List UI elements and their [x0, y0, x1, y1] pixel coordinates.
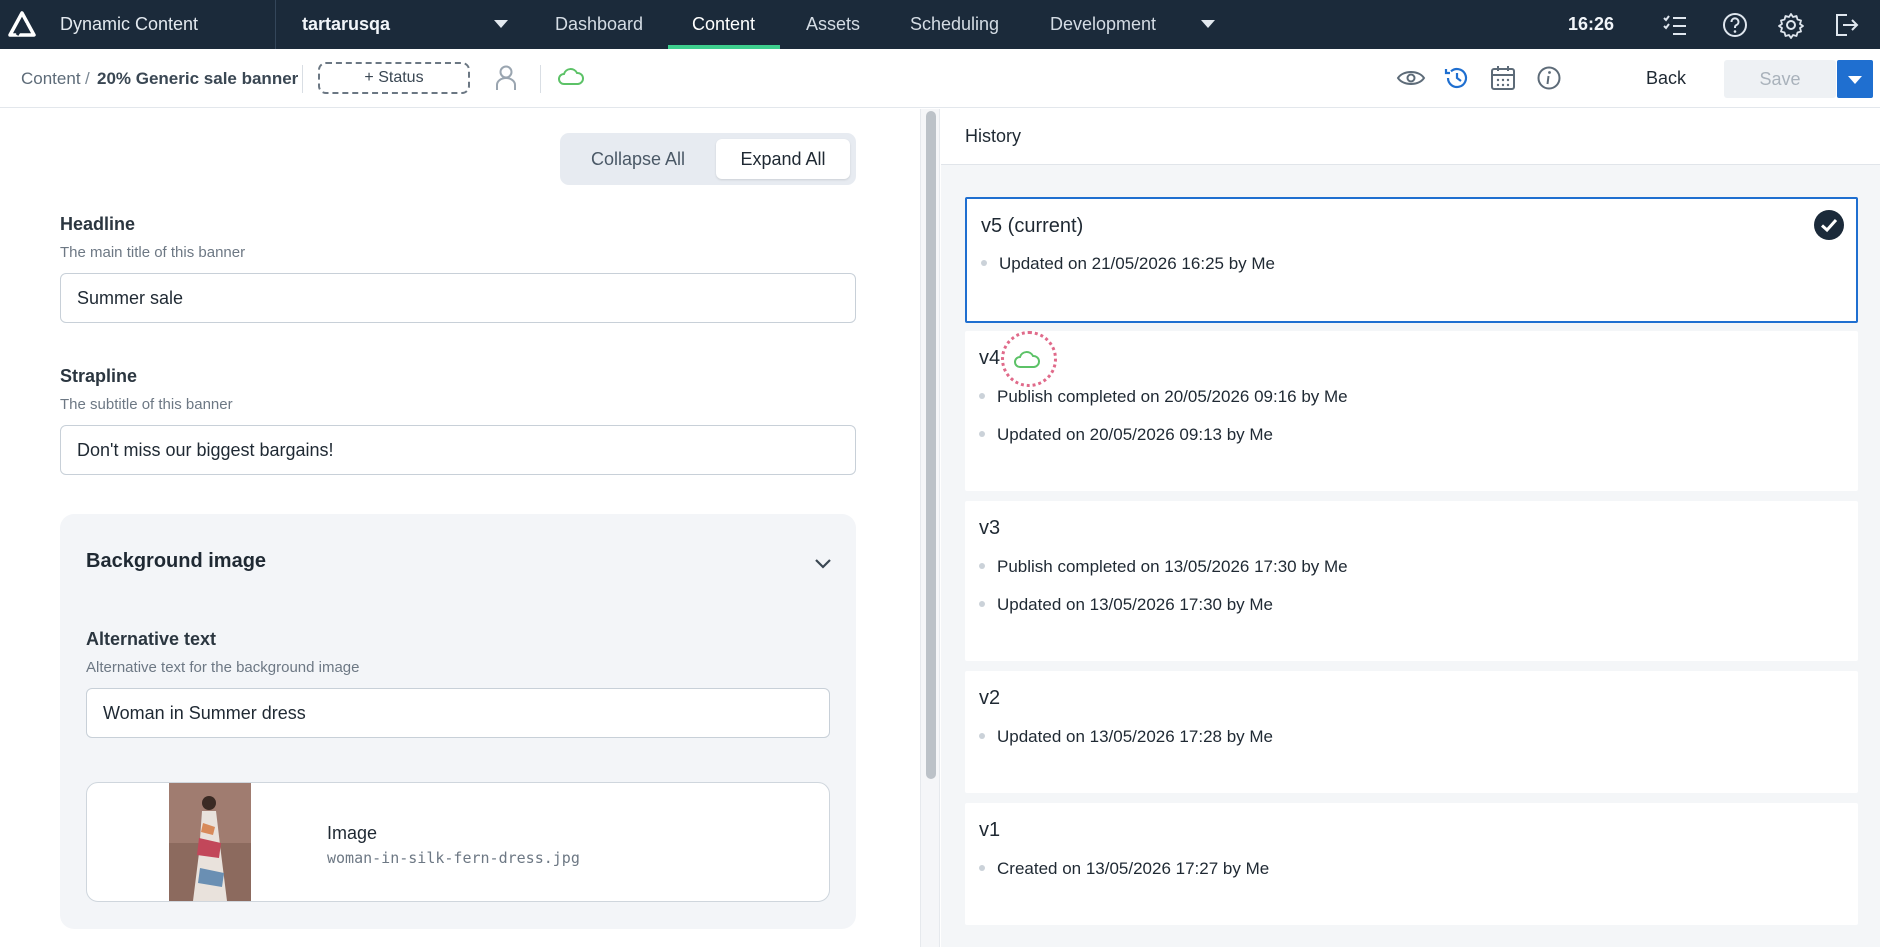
alt-text-input[interactable]: Woman in Summer dress [86, 688, 830, 738]
toolbar-divider [540, 65, 541, 93]
headline-label: Headline [60, 214, 136, 234]
history-panel: History v5 (current) Updated on 21/05/20… [941, 109, 1880, 947]
scrollbar-thumb[interactable] [926, 111, 936, 779]
help-icon[interactable] [1721, 11, 1749, 39]
hub-selector[interactable]: tartarusqa [302, 14, 390, 35]
breadcrumb-current: 20% Generic sale banner [97, 69, 299, 88]
nav-dashboard[interactable]: Dashboard [555, 14, 643, 35]
version-event: Updated on 13/05/2026 17:28 by Me [979, 727, 1273, 747]
clock: 16:26 [1568, 14, 1615, 34]
top-navigation: Dynamic Content tartarusqa Dashboard Con… [0, 0, 1880, 49]
history-icon[interactable] [1442, 63, 1472, 93]
chevron-down-icon[interactable] [494, 20, 508, 28]
breadcrumb-content[interactable]: Content [21, 69, 81, 89]
version-card-v5[interactable]: v5 (current) Updated on 21/05/2026 16:25… [965, 197, 1858, 323]
version-title: v2 [979, 687, 1001, 709]
save-options-dropdown[interactable] [1837, 60, 1873, 98]
headline-help: The main title of this banner [60, 244, 246, 261]
history-header: History [941, 109, 1880, 165]
collapse-expand-toggle: Collapse All Expand All [560, 133, 856, 185]
breadcrumb-separator: / [85, 69, 90, 88]
version-event: Publish completed on 13/05/2026 17:30 by… [979, 557, 1348, 577]
nav-development[interactable]: Development [1050, 14, 1156, 35]
version-event: Publish completed on 20/05/2026 09:16 by… [979, 387, 1348, 407]
nav-scheduling[interactable]: Scheduling [910, 14, 999, 35]
current-check-icon [1814, 210, 1844, 240]
gear-icon[interactable] [1777, 11, 1805, 39]
strapline-input[interactable]: Don't miss our biggest bargains! [60, 425, 856, 475]
amplience-logo-icon[interactable] [8, 11, 36, 37]
version-event: Updated on 21/05/2026 16:25 by Me [981, 254, 1275, 274]
nav-assets[interactable]: Assets [806, 14, 860, 35]
collapse-all-button[interactable]: Collapse All [568, 139, 708, 179]
background-image-title[interactable]: Background image [86, 550, 266, 573]
alt-text-label: Alternative text [86, 629, 217, 649]
version-card-v3[interactable]: v3 Publish completed on 13/05/2026 17:30… [965, 501, 1858, 661]
nav-divider [275, 0, 276, 49]
published-cloud-icon[interactable] [556, 63, 586, 93]
app-title[interactable]: Dynamic Content [60, 14, 198, 35]
preview-eye-icon[interactable] [1396, 63, 1426, 93]
version-card-v2[interactable]: v2 Updated on 13/05/2026 17:28 by Me [965, 671, 1858, 793]
version-card-v4[interactable]: v4 Publish completed on 20/05/2026 09:16… [965, 331, 1858, 491]
version-title: v5 (current) [981, 215, 1084, 237]
chevron-down-icon[interactable] [1201, 20, 1215, 28]
tasks-icon[interactable] [1661, 11, 1689, 39]
strapline-label: Strapline [60, 366, 138, 386]
nav-content[interactable]: Content [692, 14, 755, 35]
version-event: Updated on 13/05/2026 17:30 by Me [979, 595, 1273, 615]
headline-input[interactable]: Summer sale [60, 273, 856, 323]
alt-text-help: Alternative text for the background imag… [86, 659, 360, 676]
image-field-card[interactable]: Image woman-in-silk-fern-dress.jpg [86, 782, 830, 902]
expand-all-button[interactable]: Expand All [716, 139, 850, 179]
toolbar-divider [302, 65, 303, 93]
version-event: Updated on 20/05/2026 09:13 by Me [979, 425, 1273, 445]
background-image-section: Background image Alternative text Altern… [60, 514, 856, 929]
save-button[interactable]: Save [1724, 60, 1836, 98]
image-filename: woman-in-silk-fern-dress.jpg [327, 849, 580, 867]
content-editor: Collapse All Expand All Headline The mai… [0, 109, 920, 947]
version-title: v3 [979, 517, 1001, 539]
version-card-v1[interactable]: v1 Created on 13/05/2026 17:27 by Me [965, 803, 1858, 925]
version-title: v1 [979, 819, 1001, 841]
image-label: Image [327, 823, 378, 843]
published-cloud-icon[interactable] [1012, 348, 1042, 370]
version-event: Created on 13/05/2026 17:27 by Me [979, 859, 1269, 879]
editor-scrollbar[interactable] [920, 109, 940, 947]
logout-icon[interactable] [1832, 11, 1860, 39]
add-status-button[interactable]: + Status [318, 62, 470, 94]
assignee-user-icon[interactable] [491, 63, 521, 93]
strapline-help: The subtitle of this banner [60, 396, 233, 413]
content-toolbar: Content / 20% Generic sale banner + Stat… [0, 49, 1880, 108]
image-thumbnail[interactable] [169, 783, 251, 902]
history-title: History [965, 126, 1022, 146]
calendar-icon[interactable] [1488, 63, 1518, 93]
version-title: v4 [979, 347, 1001, 369]
info-icon[interactable] [1534, 63, 1564, 93]
back-button[interactable]: Back [1646, 68, 1686, 89]
chevron-down-icon[interactable] [812, 552, 834, 574]
